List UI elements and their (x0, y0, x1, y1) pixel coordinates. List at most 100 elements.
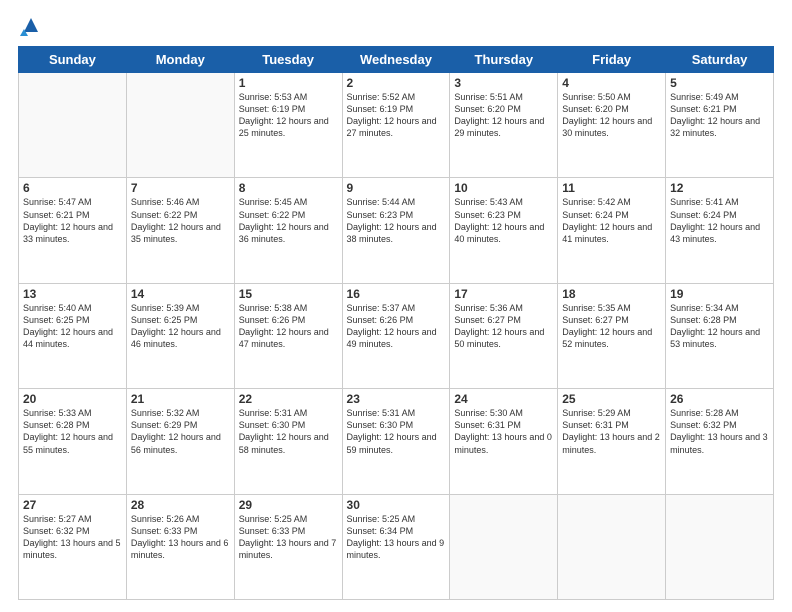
calendar-week-row: 27Sunrise: 5:27 AM Sunset: 6:32 PM Dayli… (19, 494, 774, 599)
calendar-cell (126, 73, 234, 178)
calendar-cell: 11Sunrise: 5:42 AM Sunset: 6:24 PM Dayli… (558, 178, 666, 283)
calendar-cell: 12Sunrise: 5:41 AM Sunset: 6:24 PM Dayli… (666, 178, 774, 283)
day-info: Sunrise: 5:44 AM Sunset: 6:23 PM Dayligh… (347, 196, 446, 245)
day-number: 29 (239, 498, 338, 512)
day-of-week-header: Friday (558, 47, 666, 73)
calendar-cell: 13Sunrise: 5:40 AM Sunset: 6:25 PM Dayli… (19, 283, 127, 388)
day-info: Sunrise: 5:25 AM Sunset: 6:33 PM Dayligh… (239, 513, 338, 562)
day-number: 25 (562, 392, 661, 406)
day-of-week-header: Thursday (450, 47, 558, 73)
day-number: 27 (23, 498, 122, 512)
logo (18, 18, 42, 36)
day-info: Sunrise: 5:41 AM Sunset: 6:24 PM Dayligh… (670, 196, 769, 245)
day-number: 7 (131, 181, 230, 195)
day-of-week-header: Sunday (19, 47, 127, 73)
day-number: 3 (454, 76, 553, 90)
calendar-cell: 29Sunrise: 5:25 AM Sunset: 6:33 PM Dayli… (234, 494, 342, 599)
calendar-cell: 16Sunrise: 5:37 AM Sunset: 6:26 PM Dayli… (342, 283, 450, 388)
calendar: SundayMondayTuesdayWednesdayThursdayFrid… (18, 46, 774, 600)
day-info: Sunrise: 5:40 AM Sunset: 6:25 PM Dayligh… (23, 302, 122, 351)
day-info: Sunrise: 5:37 AM Sunset: 6:26 PM Dayligh… (347, 302, 446, 351)
calendar-cell: 7Sunrise: 5:46 AM Sunset: 6:22 PM Daylig… (126, 178, 234, 283)
calendar-cell: 27Sunrise: 5:27 AM Sunset: 6:32 PM Dayli… (19, 494, 127, 599)
calendar-cell: 3Sunrise: 5:51 AM Sunset: 6:20 PM Daylig… (450, 73, 558, 178)
day-number: 18 (562, 287, 661, 301)
day-info: Sunrise: 5:53 AM Sunset: 6:19 PM Dayligh… (239, 91, 338, 140)
day-info: Sunrise: 5:32 AM Sunset: 6:29 PM Dayligh… (131, 407, 230, 456)
day-info: Sunrise: 5:27 AM Sunset: 6:32 PM Dayligh… (23, 513, 122, 562)
day-number: 26 (670, 392, 769, 406)
calendar-cell: 1Sunrise: 5:53 AM Sunset: 6:19 PM Daylig… (234, 73, 342, 178)
day-info: Sunrise: 5:49 AM Sunset: 6:21 PM Dayligh… (670, 91, 769, 140)
calendar-cell: 23Sunrise: 5:31 AM Sunset: 6:30 PM Dayli… (342, 389, 450, 494)
calendar-week-row: 20Sunrise: 5:33 AM Sunset: 6:28 PM Dayli… (19, 389, 774, 494)
calendar-cell: 8Sunrise: 5:45 AM Sunset: 6:22 PM Daylig… (234, 178, 342, 283)
day-number: 19 (670, 287, 769, 301)
day-info: Sunrise: 5:38 AM Sunset: 6:26 PM Dayligh… (239, 302, 338, 351)
calendar-cell: 24Sunrise: 5:30 AM Sunset: 6:31 PM Dayli… (450, 389, 558, 494)
day-info: Sunrise: 5:51 AM Sunset: 6:20 PM Dayligh… (454, 91, 553, 140)
calendar-cell: 4Sunrise: 5:50 AM Sunset: 6:20 PM Daylig… (558, 73, 666, 178)
day-number: 17 (454, 287, 553, 301)
day-number: 1 (239, 76, 338, 90)
calendar-week-row: 13Sunrise: 5:40 AM Sunset: 6:25 PM Dayli… (19, 283, 774, 388)
calendar-cell: 18Sunrise: 5:35 AM Sunset: 6:27 PM Dayli… (558, 283, 666, 388)
day-info: Sunrise: 5:35 AM Sunset: 6:27 PM Dayligh… (562, 302, 661, 351)
day-number: 21 (131, 392, 230, 406)
day-number: 13 (23, 287, 122, 301)
day-number: 6 (23, 181, 122, 195)
day-number: 30 (347, 498, 446, 512)
calendar-week-row: 6Sunrise: 5:47 AM Sunset: 6:21 PM Daylig… (19, 178, 774, 283)
day-info: Sunrise: 5:45 AM Sunset: 6:22 PM Dayligh… (239, 196, 338, 245)
calendar-cell: 2Sunrise: 5:52 AM Sunset: 6:19 PM Daylig… (342, 73, 450, 178)
calendar-cell: 19Sunrise: 5:34 AM Sunset: 6:28 PM Dayli… (666, 283, 774, 388)
day-number: 20 (23, 392, 122, 406)
calendar-cell: 9Sunrise: 5:44 AM Sunset: 6:23 PM Daylig… (342, 178, 450, 283)
day-number: 2 (347, 76, 446, 90)
calendar-cell: 22Sunrise: 5:31 AM Sunset: 6:30 PM Dayli… (234, 389, 342, 494)
day-number: 10 (454, 181, 553, 195)
calendar-cell (450, 494, 558, 599)
calendar-cell: 10Sunrise: 5:43 AM Sunset: 6:23 PM Dayli… (450, 178, 558, 283)
day-info: Sunrise: 5:31 AM Sunset: 6:30 PM Dayligh… (239, 407, 338, 456)
day-info: Sunrise: 5:26 AM Sunset: 6:33 PM Dayligh… (131, 513, 230, 562)
calendar-cell: 25Sunrise: 5:29 AM Sunset: 6:31 PM Dayli… (558, 389, 666, 494)
calendar-cell: 26Sunrise: 5:28 AM Sunset: 6:32 PM Dayli… (666, 389, 774, 494)
calendar-cell: 17Sunrise: 5:36 AM Sunset: 6:27 PM Dayli… (450, 283, 558, 388)
day-of-week-header: Tuesday (234, 47, 342, 73)
day-info: Sunrise: 5:29 AM Sunset: 6:31 PM Dayligh… (562, 407, 661, 456)
page: SundayMondayTuesdayWednesdayThursdayFrid… (0, 0, 792, 612)
day-of-week-header: Saturday (666, 47, 774, 73)
day-info: Sunrise: 5:46 AM Sunset: 6:22 PM Dayligh… (131, 196, 230, 245)
day-of-week-header: Monday (126, 47, 234, 73)
calendar-cell: 21Sunrise: 5:32 AM Sunset: 6:29 PM Dayli… (126, 389, 234, 494)
day-info: Sunrise: 5:42 AM Sunset: 6:24 PM Dayligh… (562, 196, 661, 245)
day-info: Sunrise: 5:28 AM Sunset: 6:32 PM Dayligh… (670, 407, 769, 456)
day-info: Sunrise: 5:47 AM Sunset: 6:21 PM Dayligh… (23, 196, 122, 245)
day-info: Sunrise: 5:36 AM Sunset: 6:27 PM Dayligh… (454, 302, 553, 351)
day-info: Sunrise: 5:30 AM Sunset: 6:31 PM Dayligh… (454, 407, 553, 456)
calendar-cell: 15Sunrise: 5:38 AM Sunset: 6:26 PM Dayli… (234, 283, 342, 388)
calendar-cell (558, 494, 666, 599)
day-number: 22 (239, 392, 338, 406)
day-number: 16 (347, 287, 446, 301)
day-number: 8 (239, 181, 338, 195)
day-number: 12 (670, 181, 769, 195)
logo-icon (20, 14, 42, 36)
calendar-cell: 20Sunrise: 5:33 AM Sunset: 6:28 PM Dayli… (19, 389, 127, 494)
header (18, 18, 774, 36)
day-number: 9 (347, 181, 446, 195)
day-info: Sunrise: 5:34 AM Sunset: 6:28 PM Dayligh… (670, 302, 769, 351)
day-number: 4 (562, 76, 661, 90)
day-number: 15 (239, 287, 338, 301)
day-info: Sunrise: 5:50 AM Sunset: 6:20 PM Dayligh… (562, 91, 661, 140)
day-number: 24 (454, 392, 553, 406)
day-number: 23 (347, 392, 446, 406)
calendar-cell: 6Sunrise: 5:47 AM Sunset: 6:21 PM Daylig… (19, 178, 127, 283)
calendar-header-row: SundayMondayTuesdayWednesdayThursdayFrid… (19, 47, 774, 73)
day-info: Sunrise: 5:25 AM Sunset: 6:34 PM Dayligh… (347, 513, 446, 562)
calendar-cell: 14Sunrise: 5:39 AM Sunset: 6:25 PM Dayli… (126, 283, 234, 388)
calendar-cell: 5Sunrise: 5:49 AM Sunset: 6:21 PM Daylig… (666, 73, 774, 178)
calendar-cell: 28Sunrise: 5:26 AM Sunset: 6:33 PM Dayli… (126, 494, 234, 599)
day-number: 11 (562, 181, 661, 195)
